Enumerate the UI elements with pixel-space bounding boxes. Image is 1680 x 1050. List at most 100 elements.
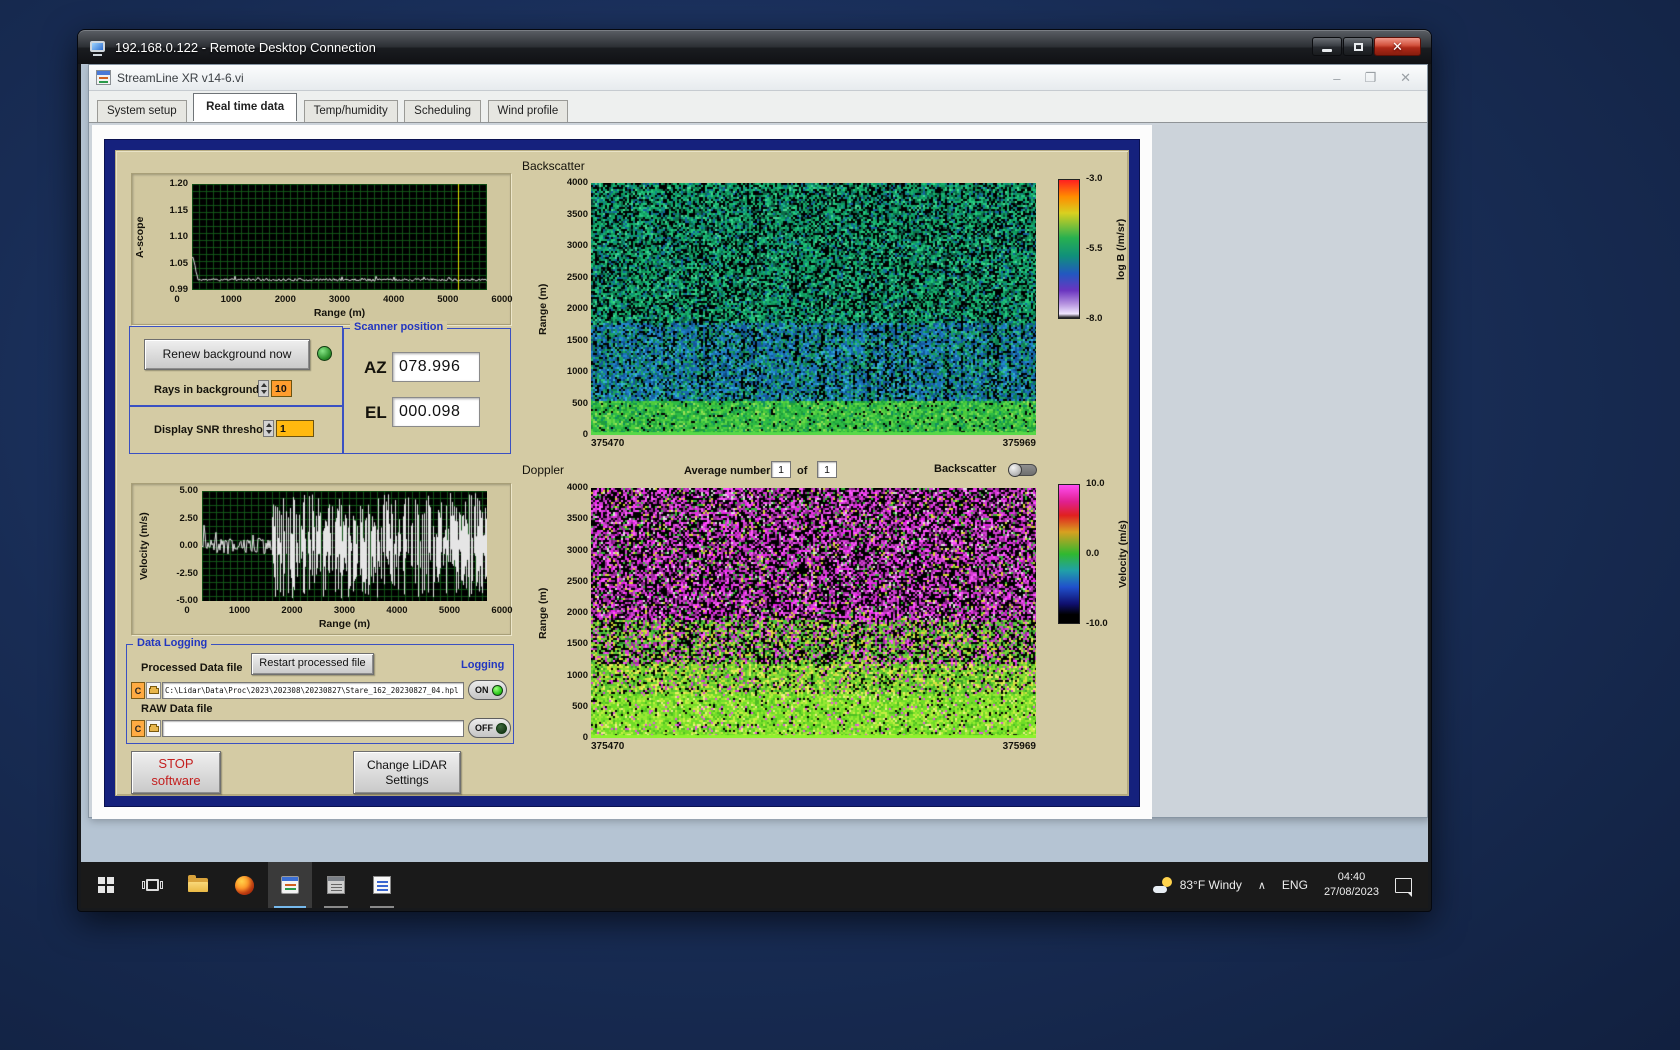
start-button[interactable] <box>84 862 128 908</box>
axis-tick: -8.0 <box>1086 313 1103 324</box>
ascope-y-axis-label: A-scope <box>134 216 146 258</box>
doppler-y-ticks: 4000 3500 3000 2500 2000 1500 1000 500 0 <box>550 482 588 743</box>
velocity-graph: 5.00 2.50 0.00 -2.50 -5.00 Velocity (m/s) 01… <box>131 483 513 635</box>
app-titlebar[interactable]: StreamLine XR v14-6.vi – ❐ ✕ <box>89 65 1427 91</box>
raw-drive-button[interactable]: C <box>131 720 145 737</box>
axis-tick: 2500 <box>566 575 588 587</box>
maximize-button[interactable] <box>1343 37 1373 56</box>
axis-tick: 5000 <box>438 605 461 616</box>
app-minimize-button[interactable]: – <box>1333 71 1340 86</box>
processed-data-file-label: Processed Data file <box>141 662 243 674</box>
raw-data-file-label: RAW Data file <box>141 703 213 715</box>
el-display: 000.098 <box>392 397 480 427</box>
file-explorer-button[interactable] <box>176 862 220 908</box>
average-number-label: Average number <box>684 465 771 477</box>
stop-button-line2: software <box>151 772 201 788</box>
stop-software-button[interactable]: STOP software <box>131 751 221 794</box>
axis-tick: 1.10 <box>169 231 189 242</box>
axis-tick: 1000 <box>566 366 588 377</box>
change-button-line1: Change LiDAR <box>366 757 448 772</box>
close-button[interactable]: ✕ <box>1374 37 1421 56</box>
axis-tick: 0 <box>582 732 588 743</box>
az-label: AZ <box>364 358 387 377</box>
processed-drive-button[interactable]: C <box>131 682 145 699</box>
on-label: ON <box>475 685 489 695</box>
tab-strip: System setup Real time data Temp/humidit… <box>89 91 1427 123</box>
doppler-y-axis-label: Range (m) <box>537 587 549 639</box>
app-title: StreamLine XR v14-6.vi <box>117 70 244 85</box>
minimize-button[interactable] <box>1312 37 1342 56</box>
tab-system-setup[interactable]: System setup <box>97 100 187 122</box>
axis-tick: 2000 <box>566 303 588 314</box>
clock-time: 04:40 <box>1337 871 1366 884</box>
axis-tick: 1.20 <box>169 178 189 189</box>
task-view-button[interactable] <box>130 862 174 908</box>
raw-logging-toggle[interactable]: OFF <box>468 718 511 738</box>
average-total-field[interactable]: 1 <box>817 461 837 478</box>
renew-background-button[interactable]: Renew background now <box>144 339 310 370</box>
rdp-title: 192.168.0.122 - Remote Desktop Connectio… <box>115 40 376 55</box>
tab-temp-humidity[interactable]: Temp/humidity <box>303 100 398 122</box>
axis-tick: -3.0 <box>1086 173 1103 184</box>
axis-tick: 3000 <box>328 294 351 305</box>
tab-wind-profile[interactable]: Wind profile <box>487 100 569 122</box>
snr-value-field[interactable]: 1 <box>276 420 314 437</box>
renew-background-group: Renew background now Rays in background … <box>129 326 343 406</box>
restart-processed-file-label: Restart processed file <box>259 657 366 670</box>
display-snr-threshold-label: Display SNR threshold <box>154 424 273 436</box>
language-indicator[interactable]: ENG <box>1282 878 1308 892</box>
raw-path-field[interactable] <box>162 720 464 737</box>
backscatter-x-ticks: 375470 375969 <box>591 438 1036 451</box>
scanner-position-group: Scanner position AZ 078.996 EL 000.098 <box>343 321 511 454</box>
renew-background-button-label: Renew background now <box>162 347 292 361</box>
weather-icon <box>1152 877 1173 893</box>
weather-widget[interactable]: 83°F Windy <box>1152 877 1242 893</box>
logging-off-led <box>496 722 507 734</box>
raw-browse-button[interactable] <box>146 720 161 737</box>
processed-logging-toggle[interactable]: ON <box>468 680 507 700</box>
rdp-titlebar[interactable]: 192.168.0.122 - Remote Desktop Connectio… <box>78 30 1431 64</box>
backscatter-y-axis-label: Range (m) <box>537 283 549 335</box>
axis-tick: -10.0 <box>1086 618 1108 629</box>
scanner-position-title: Scanner position <box>350 321 448 333</box>
streamline-app-button[interactable] <box>268 862 312 908</box>
axis-tick: 3000 <box>333 605 356 616</box>
processed-browse-button[interactable] <box>146 682 161 699</box>
tab-scheduling[interactable]: Scheduling <box>404 100 482 122</box>
axis-tick: 1500 <box>566 334 588 346</box>
axis-tick: 6000 <box>491 605 513 616</box>
task-view-icon <box>141 879 163 891</box>
backscatter-toggle[interactable] <box>1008 463 1037 477</box>
axis-tick: 10.0 <box>1086 478 1105 489</box>
scan-scheduler-button[interactable] <box>314 862 358 908</box>
change-lidar-settings-button[interactable]: Change LiDAR Settings <box>353 751 461 794</box>
app-close-button[interactable]: ✕ <box>1400 70 1411 86</box>
maximize-icon <box>1353 42 1363 51</box>
doppler-x-ticks: 375470 375969 <box>591 741 1036 754</box>
taskbar-clock[interactable]: 04:40 27/08/2023 <box>1324 870 1379 900</box>
notification-center-icon[interactable] <box>1395 877 1412 897</box>
tray-chevron-icon[interactable]: ∧ <box>1258 879 1266 892</box>
tab-real-time-data[interactable]: Real time data <box>193 93 298 121</box>
axis-tick: 4000 <box>383 294 405 305</box>
axis-tick: 1000 <box>220 294 242 305</box>
ascope-graph: 1.20 1.15 1.10 1.05 0.99 A-scope 0 1000 2000 30… <box>131 173 513 325</box>
notes-app-button[interactable] <box>360 862 404 908</box>
axis-tick: 2.50 <box>179 512 199 524</box>
processed-path-field[interactable]: C:\Lidar\Data\Proc\2023\202308\20230827\… <box>162 682 464 699</box>
average-number-field[interactable]: 1 <box>771 461 791 478</box>
app-maximize-button[interactable]: ❐ <box>1364 70 1376 86</box>
doppler-x-start: 375470 <box>591 741 625 752</box>
axis-tick: 1.15 <box>169 204 189 216</box>
spinner-up-icon <box>260 382 267 387</box>
firefox-icon <box>234 875 254 895</box>
axis-tick: 1000 <box>566 669 588 681</box>
snr-spinner[interactable] <box>263 420 274 437</box>
rays-value-field[interactable]: 10 <box>271 380 292 397</box>
axis-tick: 3500 <box>566 208 588 220</box>
close-icon: ✕ <box>1392 39 1403 54</box>
restart-processed-file-button[interactable]: Restart processed file <box>251 653 374 675</box>
ascope-y-ticks: 1.20 1.15 1.10 1.05 0.99 <box>152 178 189 295</box>
firefox-button[interactable] <box>222 862 266 908</box>
rays-spinner[interactable] <box>258 380 269 397</box>
